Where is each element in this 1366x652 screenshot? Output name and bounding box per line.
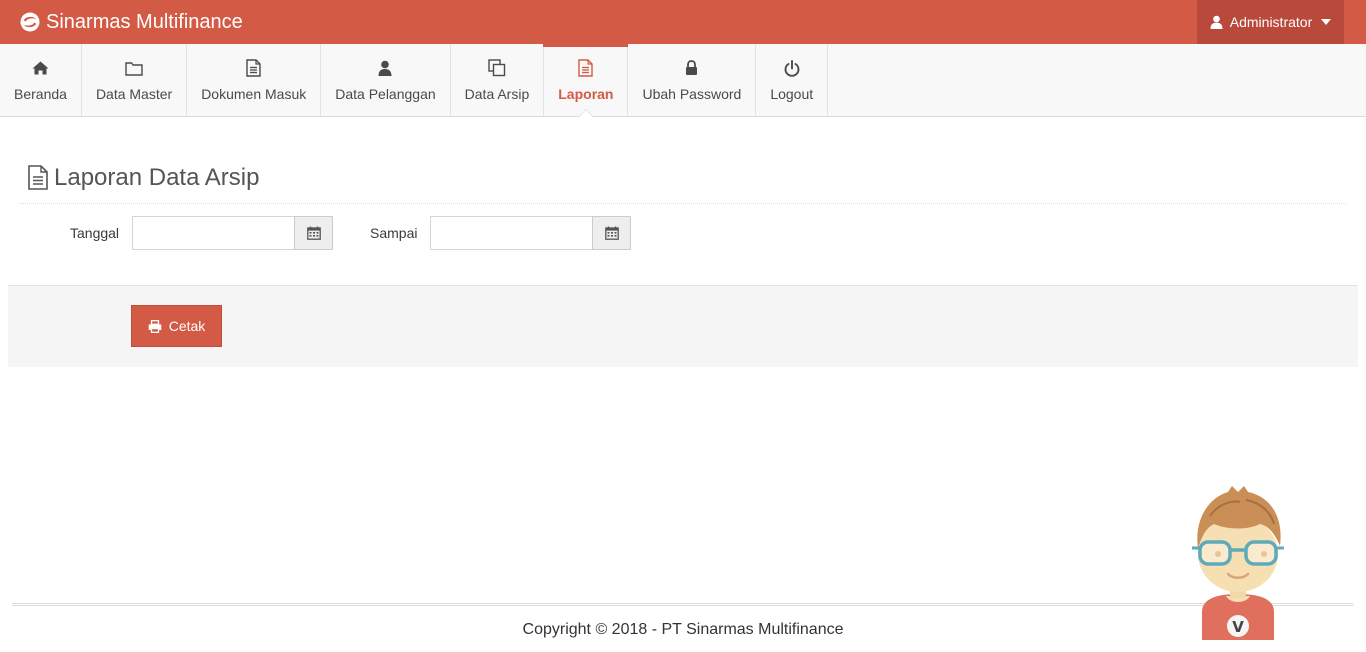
sampai-label: Sampai	[370, 225, 418, 241]
footer-copyright: Copyright © 2018 - PT Sinarmas Multifina…	[522, 621, 844, 638]
brand[interactable]: Sinarmas Multifinance	[20, 0, 243, 44]
nav-label: Data Pelanggan	[335, 86, 436, 102]
user-icon	[1210, 15, 1223, 29]
brand-name: Sinarmas Multifinance	[46, 10, 243, 33]
nav-item-data-pelanggan[interactable]: Data Pelanggan	[321, 44, 451, 116]
nav-label: Laporan	[558, 86, 614, 102]
form-actions: Cetak	[8, 285, 1358, 367]
nav-label: Beranda	[14, 86, 67, 102]
nav-item-laporan[interactable]: Laporan	[543, 44, 629, 117]
nav-label: Ubah Password	[642, 86, 742, 102]
sampai-input[interactable]	[430, 216, 592, 250]
folder-icon	[125, 58, 143, 78]
calendar-icon	[306, 226, 321, 240]
nav-item-dokumen-masuk[interactable]: Dokumen Masuk	[187, 44, 322, 116]
tanggal-label: Tanggal	[70, 225, 120, 241]
nav-label: Logout	[770, 86, 814, 102]
nav-item-logout[interactable]: Logout	[756, 44, 829, 116]
footer-divider	[12, 603, 1354, 606]
cetak-button[interactable]: Cetak	[131, 305, 222, 347]
home-icon	[32, 58, 49, 78]
tanggal-input[interactable]	[132, 216, 294, 250]
brand-logo-icon	[20, 12, 40, 32]
main-nav: Beranda Data Master Dokumen Masuk Data P…	[0, 44, 1366, 117]
sampai-calendar-button[interactable]	[592, 216, 631, 250]
page-title: Laporan Data Arsip	[54, 163, 260, 191]
nav-item-data-arsip[interactable]: Data Arsip	[451, 44, 545, 116]
nav-item-data-master[interactable]: Data Master	[82, 44, 188, 116]
calendar-icon	[604, 226, 619, 240]
user-menu-toggle[interactable]: Administrator	[1197, 0, 1344, 44]
active-indicator	[577, 109, 594, 117]
print-icon	[148, 319, 162, 333]
user-icon	[378, 58, 392, 78]
file-text-icon	[246, 58, 261, 78]
cetak-label: Cetak	[168, 318, 206, 334]
power-icon	[784, 58, 800, 78]
copy-icon	[488, 58, 506, 78]
page-header: Laporan Data Arsip	[20, 152, 1346, 204]
nav-item-beranda[interactable]: Beranda	[0, 44, 82, 116]
nav-label: Data Arsip	[464, 86, 530, 102]
nav-label: Dokumen Masuk	[201, 86, 307, 102]
nav-item-ubah-password[interactable]: Ubah Password	[628, 44, 757, 116]
sampai-date-group	[430, 216, 631, 250]
mascot-avatar: V	[1192, 486, 1284, 640]
caret-down-icon	[1321, 19, 1332, 25]
svg-text:V: V	[1232, 618, 1244, 636]
tanggal-date-group	[132, 216, 333, 250]
user-menu-label: Administrator	[1229, 14, 1313, 30]
file-text-icon	[28, 165, 48, 190]
date-range-form: Tanggal Sampai	[0, 216, 1366, 250]
nav-label: Data Master	[95, 86, 173, 102]
lock-icon	[685, 58, 698, 78]
tanggal-calendar-button[interactable]	[294, 216, 333, 250]
top-bar: Sinarmas Multifinance Administrator	[0, 0, 1366, 44]
file-text-icon	[578, 58, 594, 78]
